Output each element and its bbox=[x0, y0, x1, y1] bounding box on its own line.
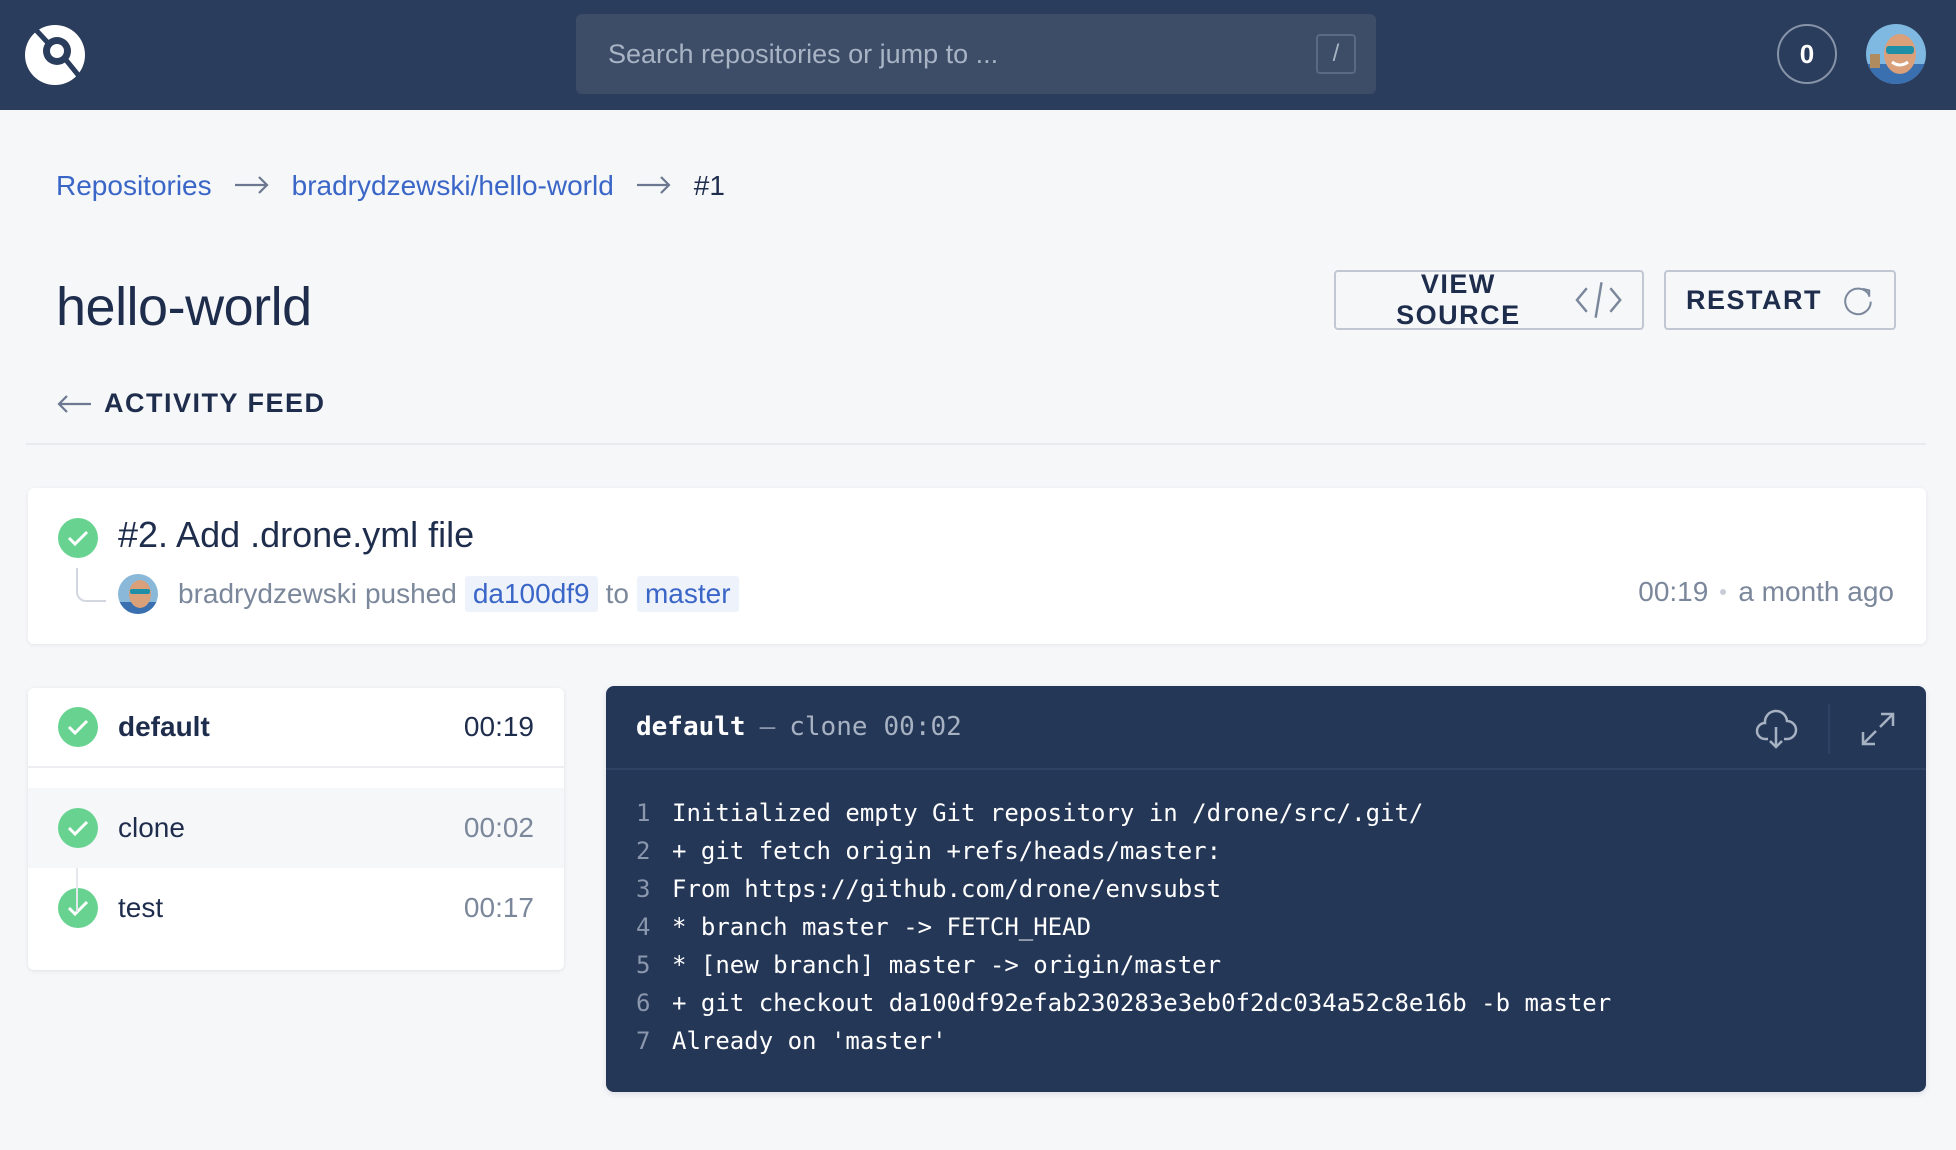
commit-sha-link[interactable]: da100df9 bbox=[464, 576, 598, 612]
arrow-right-icon bbox=[636, 170, 672, 202]
step-item-test[interactable]: test 00:17 bbox=[28, 868, 564, 948]
separator-dot bbox=[1720, 589, 1727, 595]
commit-action: pushed bbox=[364, 578, 457, 609]
log-line: 6 + git checkout da100df92efab230283e3eb0… bbox=[636, 984, 1926, 1022]
view-source-button[interactable]: VIEW SOURCE bbox=[1334, 269, 1644, 330]
branch-link[interactable]: master bbox=[636, 576, 739, 612]
line-number: 1 bbox=[636, 799, 651, 827]
arrow-right-icon bbox=[234, 170, 270, 202]
line-number: 5 bbox=[636, 951, 651, 979]
log-line: 4 * branch master -> FETCH_HEAD bbox=[636, 908, 1926, 946]
user-avatar[interactable] bbox=[1866, 24, 1926, 84]
step-name: clone bbox=[118, 812, 185, 843]
breadcrumb-repository[interactable]: bradrydzewski/hello-world bbox=[292, 170, 614, 202]
activity-feed-label: ACTIVITY FEED bbox=[104, 388, 326, 418]
line-text: From https://github.com/drone/envsubst bbox=[672, 875, 1222, 903]
stage-duration: 00:19 bbox=[463, 711, 534, 742]
arrow-left-icon bbox=[57, 394, 91, 413]
expand-icon[interactable] bbox=[1860, 711, 1896, 747]
restart-icon bbox=[1844, 287, 1872, 316]
build-summary-card: #2. Add .drone.yml file bradrydzewski pu… bbox=[28, 488, 1926, 644]
line-number: 4 bbox=[636, 913, 651, 941]
breadcrumb-repositories[interactable]: Repositories bbox=[56, 170, 212, 202]
log-stage-name: default bbox=[636, 712, 746, 742]
restart-button[interactable]: RESTART bbox=[1664, 270, 1896, 330]
line-number: 6 bbox=[636, 989, 651, 1017]
log-line: 7 Already on 'master' bbox=[636, 1022, 1926, 1060]
success-check-icon bbox=[58, 808, 98, 848]
success-check-icon bbox=[58, 888, 98, 928]
log-line: 2 + git fetch origin +refs/heads/master: bbox=[636, 832, 1926, 870]
line-number: 7 bbox=[636, 1027, 651, 1055]
breadcrumb-build: #1 bbox=[693, 170, 725, 201]
top-navbar: Search repositories or jump to ... / 0 bbox=[0, 0, 1956, 110]
code-icon bbox=[1575, 282, 1622, 318]
tree-connector bbox=[76, 568, 106, 602]
line-text: * branch master -> FETCH_HEAD bbox=[672, 913, 1092, 941]
action-separator bbox=[1828, 704, 1830, 754]
build-time-ago: a month ago bbox=[1738, 576, 1894, 607]
log-step-duration: 00:02 bbox=[883, 712, 962, 742]
line-text: + git fetch origin +refs/heads/master: bbox=[672, 837, 1222, 865]
breadcrumb: Repositories bradrydzewski/hello-world #… bbox=[56, 170, 725, 202]
step-item-clone[interactable]: clone 00:02 bbox=[28, 788, 564, 868]
line-number: 2 bbox=[636, 837, 651, 865]
line-text: * [new branch] master -> origin/master bbox=[672, 951, 1222, 979]
commit-info: bradrydzewski pushed da100df9 to master bbox=[178, 576, 747, 612]
step-name: test bbox=[118, 892, 164, 923]
search-input[interactable]: Search repositories or jump to ... / bbox=[576, 14, 1376, 94]
build-duration: 00:19 bbox=[1638, 576, 1709, 607]
notification-counter[interactable]: 0 bbox=[1777, 24, 1837, 84]
step-connector-line bbox=[76, 868, 78, 912]
success-check-icon bbox=[58, 707, 98, 747]
log-step-name: clone bbox=[789, 712, 868, 742]
step-duration: 00:02 bbox=[463, 812, 534, 843]
view-source-label: VIEW SOURCE bbox=[1396, 269, 1521, 330]
restart-label: RESTART bbox=[1686, 284, 1822, 315]
stage-name: default bbox=[118, 711, 210, 742]
log-line: 3 From https://github.com/drone/envsubst bbox=[636, 870, 1926, 908]
step-duration: 00:17 bbox=[463, 892, 534, 923]
success-check-icon bbox=[58, 518, 98, 558]
activity-feed-link[interactable]: ACTIVITY FEED bbox=[56, 388, 326, 419]
author-avatar bbox=[118, 574, 158, 614]
log-line: 5 * [new branch] master -> origin/master bbox=[636, 946, 1926, 984]
build-meta: 00:19 a month ago bbox=[1638, 576, 1894, 608]
build-title: #2. Add .drone.yml file bbox=[118, 514, 475, 555]
line-text: + git checkout da100df92efab230283e3eb0f… bbox=[672, 989, 1612, 1017]
download-cloud-icon[interactable] bbox=[1754, 707, 1798, 751]
log-separator: – bbox=[759, 712, 776, 742]
log-header: default – clone 00:02 bbox=[606, 686, 1926, 770]
stages-panel: default 00:19 clone 00:02 test 00:17 bbox=[28, 688, 564, 970]
commit-author: bradrydzewski bbox=[178, 578, 357, 609]
line-text: Initialized empty Git repository in /dro… bbox=[672, 799, 1424, 827]
log-actions bbox=[1754, 704, 1896, 754]
line-number: 3 bbox=[636, 875, 651, 903]
drone-logo-icon[interactable] bbox=[24, 24, 86, 86]
log-line: 1 Initialized empty Git repository in /dr… bbox=[636, 794, 1926, 832]
divider bbox=[26, 443, 1926, 445]
log-output: 1 Initialized empty Git repository in /dr… bbox=[606, 770, 1926, 1060]
line-text: Already on 'master' bbox=[672, 1027, 947, 1055]
search-shortcut-key: / bbox=[1316, 34, 1356, 74]
stage-header[interactable]: default 00:19 bbox=[28, 688, 564, 768]
page-title: hello-world bbox=[56, 277, 312, 337]
log-panel: default – clone 00:02 1 Initialized empty… bbox=[606, 686, 1926, 1092]
search-placeholder: Search repositories or jump to ... bbox=[608, 38, 999, 69]
to-label: to bbox=[605, 578, 629, 609]
